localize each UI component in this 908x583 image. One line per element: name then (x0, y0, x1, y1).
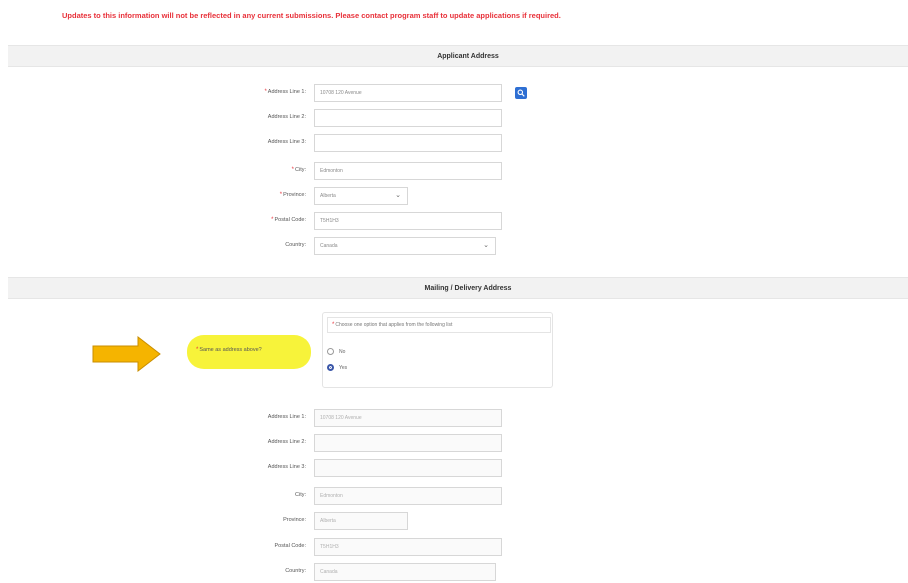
mailing-address-line1-label: Address Line 1: (267, 414, 306, 420)
radio-option-no[interactable]: No (327, 348, 345, 355)
mailing-city-input[interactable]: Edmonton (314, 487, 502, 505)
mailing-address-line2-input[interactable] (314, 434, 502, 452)
chevron-down-icon: ⌄ (395, 192, 401, 199)
mailing-address-line1-input[interactable]: 10708 120 Avenue (314, 409, 502, 427)
applicant-city-label: *City: (291, 167, 306, 173)
mailing-province-row: Province: Alberta (0, 512, 908, 532)
applicant-province-row: *Province: Alberta ⌄ (0, 187, 908, 207)
mailing-country-input[interactable]: Canada (314, 563, 496, 581)
search-icon (517, 89, 525, 97)
radio-label-yes: Yes (339, 364, 348, 371)
mailing-address-line2-label: Address Line 2: (267, 439, 306, 445)
mailing-postal-row: Postal Code: T5H1H3 (0, 538, 908, 558)
radio-option-yes[interactable]: Yes (327, 364, 347, 371)
applicant-address-line3-label: Address Line 3: (267, 139, 306, 145)
same-address-label: *Same as address above? (196, 347, 262, 353)
mailing-province-label: Province: (283, 517, 306, 523)
mailing-address-line2-row: Address Line 2: (0, 434, 908, 454)
applicant-postal-input[interactable]: T5H1H3 (314, 212, 502, 230)
mailing-city-label: City: (295, 492, 306, 498)
arrow-right-icon (92, 336, 161, 372)
mailing-postal-label: Postal Code: (274, 543, 307, 549)
radio-group-prompt: *Choose one option that applies from the… (327, 317, 551, 333)
applicant-address-line2-row: Address Line 2: (0, 109, 908, 129)
applicant-address-line3-row: Address Line 3: (0, 134, 908, 154)
radio-button-yes[interactable] (327, 364, 334, 371)
applicant-postal-row: *Postal Code: T5H1H3 (0, 212, 908, 232)
applicant-address-line2-label: Address Line 2: (267, 114, 306, 120)
chevron-down-icon: ⌄ (483, 242, 489, 249)
mailing-province-input[interactable]: Alberta (314, 512, 408, 530)
mailing-country-label: Country: (285, 568, 306, 574)
applicant-address-header: Applicant Address (8, 45, 908, 67)
mailing-address-line3-row: Address Line 3: (0, 459, 908, 479)
applicant-address-line3-input[interactable] (314, 134, 502, 152)
update-notice: Updates to this information will not be … (62, 11, 561, 20)
applicant-city-input[interactable]: Edmonton (314, 162, 502, 180)
applicant-country-select[interactable]: Canada ⌄ (314, 237, 496, 255)
applicant-address-line1-label: *Address Line 1: (264, 89, 306, 95)
mailing-address-line3-label: Address Line 3: (267, 464, 306, 470)
applicant-country-label: Country: (285, 242, 306, 248)
mailing-postal-input[interactable]: T5H1H3 (314, 538, 502, 556)
applicant-address-line2-input[interactable] (314, 109, 502, 127)
mailing-country-row: Country: Canada (0, 563, 908, 583)
applicant-province-label: *Province: (279, 192, 306, 198)
applicant-city-row: *City: Edmonton (0, 162, 908, 182)
applicant-country-value: Canada (320, 243, 338, 249)
applicant-address-line1-row: *Address Line 1: 10708 120 Avenue (0, 84, 908, 104)
applicant-postal-label: *Postal Code: (271, 217, 306, 223)
address-lookup-button[interactable] (515, 87, 527, 99)
applicant-address-title: Applicant Address (437, 52, 499, 60)
applicant-province-select[interactable]: Alberta ⌄ (314, 187, 408, 205)
radio-label-no: No (339, 348, 346, 355)
applicant-country-row: Country: Canada ⌄ (0, 237, 908, 257)
mailing-address-title: Mailing / Delivery Address (424, 284, 512, 292)
mailing-address-header: Mailing / Delivery Address (8, 277, 908, 299)
applicant-address-line1-input[interactable]: 10708 120 Avenue (314, 84, 502, 102)
applicant-province-value: Alberta (320, 193, 336, 199)
radio-button-no[interactable] (327, 348, 334, 355)
mailing-city-row: City: Edmonton (0, 487, 908, 507)
mailing-address-line3-input[interactable] (314, 459, 502, 477)
mailing-address-line1-row: Address Line 1: 10708 120 Avenue (0, 409, 908, 429)
